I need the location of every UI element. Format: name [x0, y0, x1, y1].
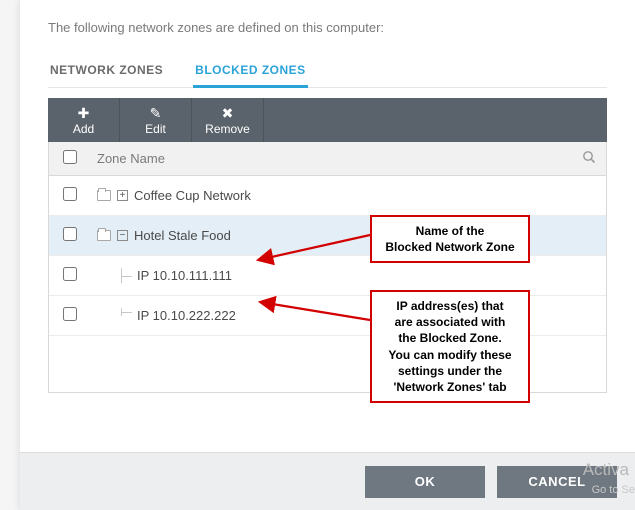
- zone-name: Hotel Stale Food: [134, 228, 231, 243]
- ip-address: IP 10.10.222.222: [137, 308, 236, 323]
- dialog-footer: OK CANCEL: [20, 452, 635, 510]
- folder-icon: [97, 230, 111, 241]
- row-checkbox[interactable]: [63, 307, 77, 321]
- select-all-checkbox[interactable]: [63, 150, 77, 164]
- ok-button[interactable]: OK: [365, 466, 485, 498]
- edit-button[interactable]: ✎ Edit: [120, 98, 192, 142]
- tree-branch-icon: [121, 308, 135, 316]
- search-icon[interactable]: [572, 150, 606, 167]
- cancel-button[interactable]: CANCEL: [497, 466, 617, 498]
- ip-address: IP 10.10.111.111: [137, 268, 232, 283]
- edit-label: Edit: [145, 122, 166, 136]
- collapse-icon[interactable]: −: [117, 230, 128, 241]
- toolbar: ✚ Add ✎ Edit ✖ Remove: [48, 98, 607, 142]
- row-checkbox[interactable]: [63, 187, 77, 201]
- expand-icon[interactable]: +: [117, 190, 128, 201]
- plus-icon: ✚: [48, 106, 119, 120]
- annotation-zone-name: Name of the Blocked Network Zone: [370, 215, 530, 263]
- remove-button[interactable]: ✖ Remove: [192, 98, 264, 142]
- remove-label: Remove: [205, 122, 250, 136]
- folder-icon: [97, 190, 111, 201]
- table-header-row: Zone Name: [49, 142, 606, 176]
- row-checkbox[interactable]: [63, 227, 77, 241]
- intro-text: The following network zones are defined …: [48, 20, 607, 35]
- row-checkbox[interactable]: [63, 267, 77, 281]
- select-all-cell: [49, 150, 91, 167]
- close-icon: ✖: [192, 106, 263, 120]
- table-row[interactable]: + Coffee Cup Network: [49, 176, 606, 216]
- column-header-zone-name[interactable]: Zone Name: [91, 151, 572, 166]
- tree-branch-icon: [121, 268, 135, 283]
- zone-name: Coffee Cup Network: [134, 188, 251, 203]
- add-button[interactable]: ✚ Add: [48, 98, 120, 142]
- tab-blocked-zones[interactable]: BLOCKED ZONES: [193, 55, 308, 87]
- tabs: NETWORK ZONES BLOCKED ZONES: [48, 55, 607, 88]
- annotation-ip: IP address(es) that are associated with …: [370, 290, 530, 403]
- add-label: Add: [73, 122, 94, 136]
- tab-network-zones[interactable]: NETWORK ZONES: [48, 55, 165, 87]
- network-zones-dialog: The following network zones are defined …: [20, 0, 635, 510]
- pencil-icon: ✎: [120, 106, 191, 120]
